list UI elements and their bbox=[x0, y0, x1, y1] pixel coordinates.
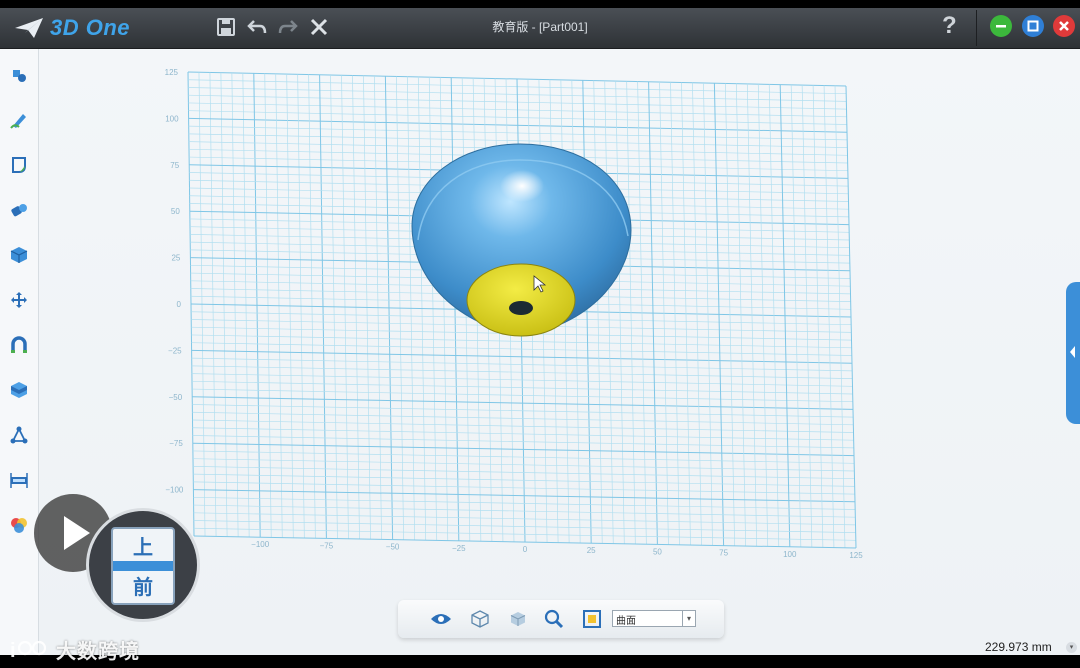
automatic-snap-icon bbox=[11, 336, 27, 353]
title-separator bbox=[976, 10, 977, 46]
watermark: i 大数跨境 bbox=[10, 635, 140, 664]
special-function-icon bbox=[10, 247, 28, 263]
tool-distance-measure[interactable] bbox=[7, 423, 31, 447]
grid-x-tick-label: 75 bbox=[719, 549, 728, 558]
wireframe-view-button[interactable] bbox=[469, 608, 491, 630]
material-render-icon bbox=[11, 518, 27, 533]
model-bottom-face[interactable] bbox=[466, 263, 576, 337]
combine-icon bbox=[11, 382, 27, 398]
zoom-button[interactable] bbox=[543, 608, 565, 630]
eye-icon bbox=[431, 614, 451, 624]
grid-x-tick-label: 0 bbox=[523, 545, 528, 554]
tool-feature-modeling[interactable] bbox=[7, 198, 31, 222]
view-cube-front-label[interactable]: 前 bbox=[113, 571, 173, 600]
grid-y-tick-label: −50 bbox=[169, 393, 183, 402]
view-cube-face[interactable]: 上 前 bbox=[111, 527, 175, 605]
grid-x-tick-label: 100 bbox=[783, 550, 797, 559]
tool-combine[interactable] bbox=[7, 378, 31, 402]
grid-y-tick-label: −25 bbox=[168, 346, 182, 355]
help-button[interactable]: ? bbox=[942, 12, 957, 40]
selection-filter-dropdown[interactable]: 曲面 ▾ bbox=[612, 610, 696, 627]
tool-sketch-edit[interactable] bbox=[7, 153, 31, 177]
grid-y-tick-label: −75 bbox=[169, 439, 183, 448]
tool-automatic-snap[interactable] bbox=[7, 333, 31, 357]
tool-sketch[interactable] bbox=[7, 108, 31, 132]
view-cube-navigator[interactable]: 上 前 bbox=[86, 508, 200, 622]
grid-x-tick-label: −25 bbox=[452, 544, 466, 553]
sketch-icon bbox=[10, 114, 26, 129]
right-panel-toggle[interactable] bbox=[1066, 282, 1080, 424]
grid-y-tick-label: 125 bbox=[165, 68, 179, 77]
tool-material-render[interactable] bbox=[7, 513, 31, 537]
shaded-cube-icon bbox=[510, 612, 526, 626]
grid-x-tick-label: 125 bbox=[849, 551, 863, 560]
status-readout: 229.973 mm bbox=[985, 640, 1052, 654]
basic-edit-icon bbox=[11, 292, 27, 308]
selection-filter-value: 曲面 bbox=[616, 616, 636, 627]
close-icon bbox=[1059, 21, 1069, 31]
close-button[interactable] bbox=[1053, 15, 1075, 37]
3d-viewport[interactable]: 125 100 75 50 25 0 −25 −50 −75 −100 −100 −75 −50 −25 0… bbox=[150, 60, 880, 570]
model-highlight bbox=[500, 170, 544, 202]
grid-y-tick-label: 0 bbox=[177, 300, 182, 309]
grid-x-tick-label: −50 bbox=[386, 543, 400, 552]
grid-x-tick-label: −75 bbox=[320, 541, 334, 550]
maximize-button[interactable] bbox=[1022, 15, 1044, 37]
feature-modeling-icon bbox=[11, 204, 27, 217]
svg-text:i: i bbox=[10, 640, 16, 662]
zoom-icon bbox=[544, 609, 564, 629]
view-cube-edge bbox=[113, 561, 173, 571]
grid-x-tick-label: 25 bbox=[587, 546, 596, 555]
grid-y-tick-label: −100 bbox=[165, 486, 184, 495]
view-cube-icon bbox=[471, 610, 489, 628]
minimize-button[interactable] bbox=[990, 15, 1012, 37]
chevron-down-icon[interactable]: ▾ bbox=[682, 611, 695, 626]
grid-y-tick-label: 50 bbox=[171, 207, 180, 216]
title-bar: 3D One 教育版 - [Part001] ? bbox=[0, 8, 1080, 49]
view-cube-top-label[interactable]: 上 bbox=[113, 531, 173, 560]
shaded-view-button[interactable] bbox=[507, 608, 529, 630]
grid-y-tick-label: 75 bbox=[170, 161, 179, 170]
sketch-edit-icon bbox=[12, 157, 26, 173]
chevron-left-icon bbox=[1070, 346, 1075, 358]
view-toolbar: 曲面 ▾ bbox=[398, 600, 724, 638]
window-title: 教育版 - [Part001] bbox=[492, 20, 588, 34]
grid-y-tick-label: 100 bbox=[165, 114, 179, 123]
distance-measure-icon bbox=[10, 426, 28, 444]
minimize-icon bbox=[996, 25, 1006, 28]
tool-basic-solid[interactable] bbox=[7, 63, 31, 87]
tool-basic-edit[interactable] bbox=[7, 288, 31, 312]
grid-x-tick-label: 50 bbox=[653, 547, 662, 556]
watermark-logo-icon: i bbox=[10, 640, 47, 662]
visibility-button[interactable] bbox=[430, 608, 452, 630]
watermark-text: 大数跨境 bbox=[56, 641, 140, 663]
status-expand-icon[interactable]: ▾ bbox=[1066, 642, 1077, 653]
tool-special-function[interactable] bbox=[7, 243, 31, 267]
fit-view-button[interactable] bbox=[581, 608, 603, 630]
tool-ruler[interactable] bbox=[7, 468, 31, 492]
grid-x-tick-label: −100 bbox=[251, 540, 270, 549]
grid-plane: 125 100 75 50 25 0 −25 −50 −75 −100 −100 −75 −50 −25 0… bbox=[165, 68, 864, 560]
ruler-icon bbox=[10, 473, 28, 488]
model-hole bbox=[509, 301, 533, 315]
grid-y-tick-label: 25 bbox=[171, 254, 180, 263]
maximize-icon bbox=[1027, 20, 1039, 32]
basic-solid-icon bbox=[13, 70, 26, 82]
fit-view-icon bbox=[583, 610, 601, 628]
